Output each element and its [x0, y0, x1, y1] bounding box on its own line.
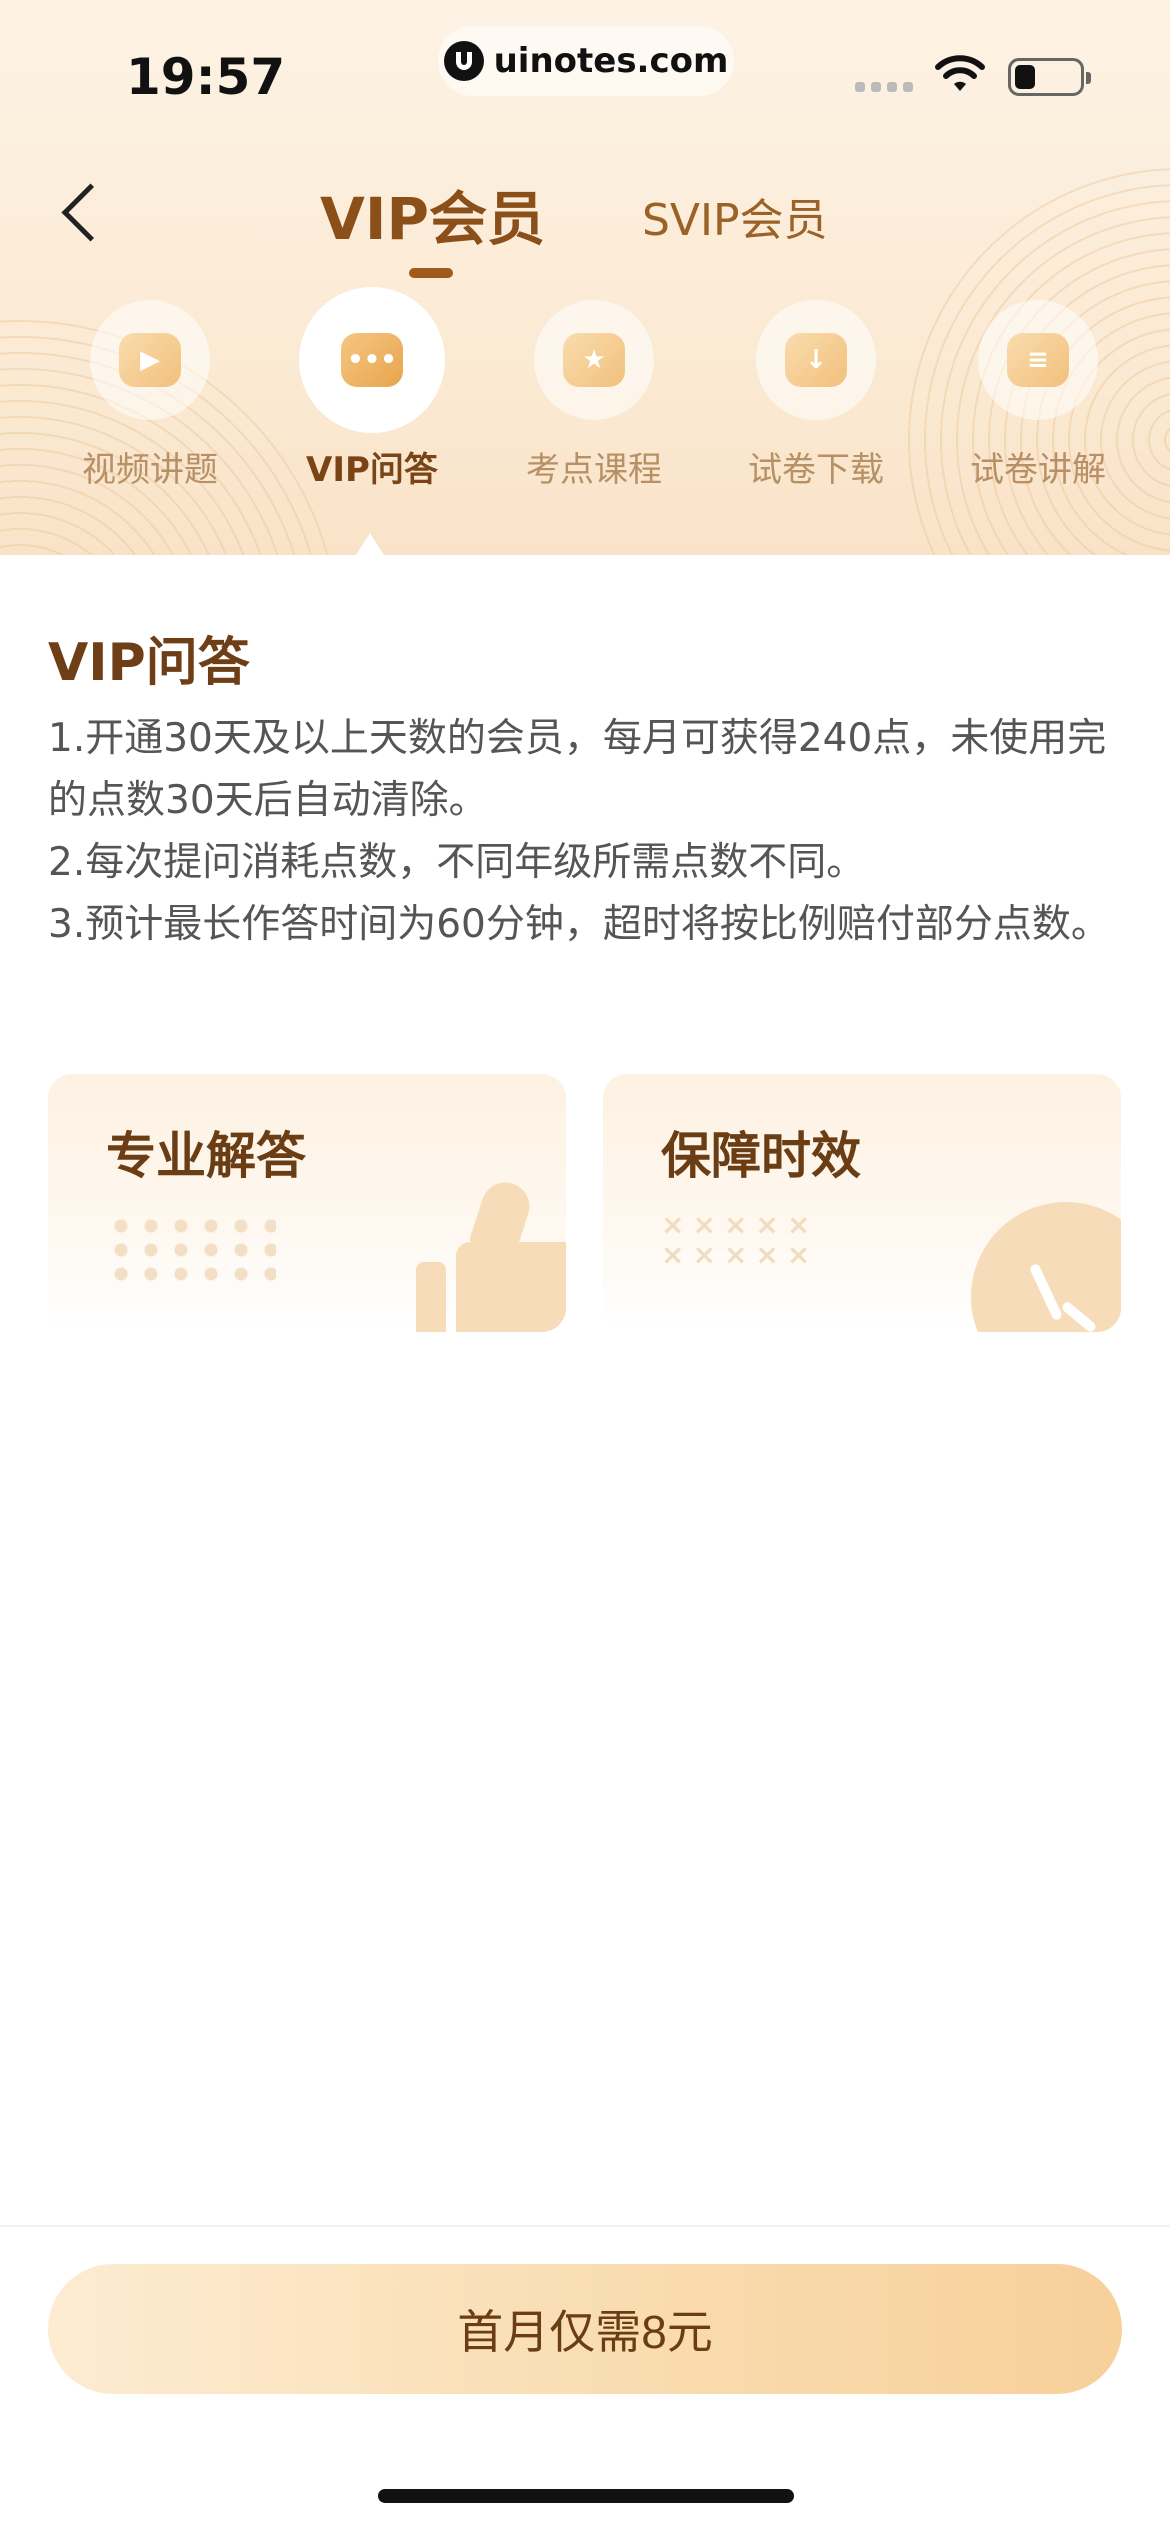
feature-courses[interactable]: ★ 考点课程: [494, 300, 694, 491]
home-indicator: [378, 2489, 794, 2503]
bottom-bar: 首月仅需8元: [0, 2225, 1170, 2532]
description-item: 2.每次提问消耗点数，不同年级所需点数不同。: [48, 840, 866, 885]
feature-icon-bg: ≡: [978, 300, 1098, 420]
feature-explain[interactable]: ≡ 试卷讲解: [938, 300, 1138, 491]
description-item: 1.开通30天及以上天数的会员，每月可获得240点，未使用完的点数30天后自动清…: [48, 716, 1107, 823]
download-box-icon: ↓: [785, 333, 847, 387]
feature-tabs: ▶ 视频讲题 ••• VIP问答 ★ 考点课程 ↓ 试卷下载 ≡ 试卷讲解: [0, 287, 1170, 555]
header: 19:57 uinotes.com VIP会员 SVIP会员 ▶ 视频讲题 ••…: [0, 0, 1170, 555]
site-logo-icon: [443, 41, 484, 81]
battery-icon: [1008, 58, 1091, 96]
card-title: 专业解答: [106, 1127, 306, 1185]
signal-icon: [855, 82, 913, 92]
feature-icon-bg: •••: [299, 287, 445, 433]
url-pill: uinotes.com: [438, 26, 734, 96]
section-description: 1.开通30天及以上天数的会员，每月可获得240点，未使用完的点数30天后自动清…: [48, 708, 1128, 956]
status-time: 19:57: [126, 48, 286, 106]
clock-icon: [971, 1202, 1121, 1332]
description-item: 3.预计最长作答时间为60分钟，超时将按比例赔付部分点数。: [48, 902, 1110, 947]
wifi-icon: [935, 55, 985, 91]
subscribe-button[interactable]: 首月仅需8元: [48, 2264, 1122, 2394]
dot-pattern: [106, 1214, 276, 1284]
feature-icon-bg: ▶: [90, 300, 210, 420]
benefit-card-professional: 专业解答: [48, 1074, 566, 1332]
section-title: VIP问答: [48, 633, 250, 693]
feature-label: 试卷下载: [748, 450, 884, 490]
feature-icon-bg: ↓: [756, 300, 876, 420]
feature-icon-bg: ★: [534, 300, 654, 420]
active-tab-indicator: [409, 268, 453, 278]
feature-download[interactable]: ↓ 试卷下载: [716, 300, 916, 491]
benefit-card-timeliness: 保障时效 ××××× ×××××: [603, 1074, 1121, 1332]
active-feature-pointer: [356, 533, 384, 555]
document-icon: ≡: [1007, 333, 1069, 387]
star-bulb-icon: ★: [563, 333, 625, 387]
cross-pattern: ××××× ×××××: [661, 1208, 819, 1271]
thumbs-up-icon: [406, 1176, 566, 1332]
feature-label: VIP问答: [306, 450, 438, 490]
tab-svip[interactable]: SVIP会员: [642, 184, 828, 248]
status-bar: 19:57 uinotes.com: [0, 0, 1170, 150]
chat-bubble-icon: •••: [341, 333, 403, 387]
feature-label: 考点课程: [526, 450, 662, 490]
card-title: 保障时效: [661, 1127, 861, 1185]
back-button[interactable]: [50, 180, 110, 250]
video-icon: ▶: [119, 333, 181, 387]
feature-label: 视频讲题: [82, 450, 218, 490]
feature-video[interactable]: ▶ 视频讲题: [50, 300, 250, 491]
feature-label: 试卷讲解: [970, 450, 1106, 490]
url-text: uinotes.com: [493, 41, 729, 81]
feature-vip-qa[interactable]: ••• VIP问答: [272, 287, 472, 491]
tab-vip[interactable]: VIP会员: [320, 172, 545, 256]
